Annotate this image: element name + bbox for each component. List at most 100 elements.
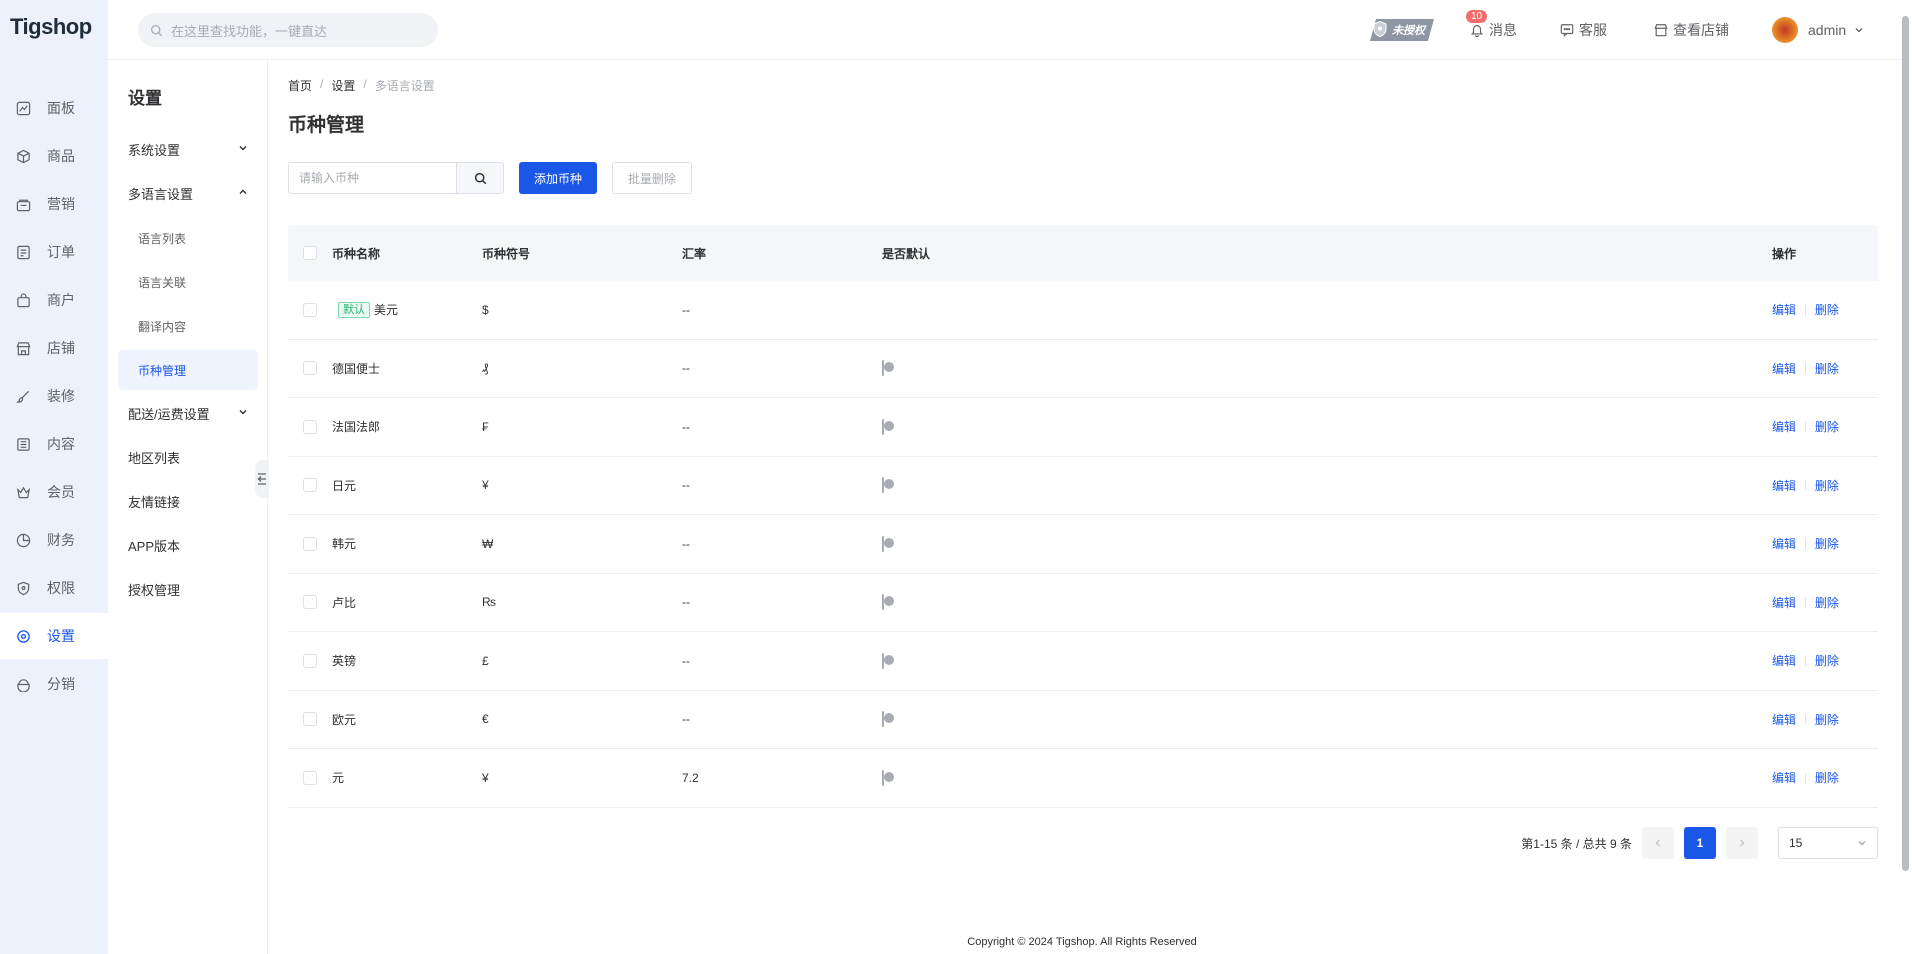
nav-item-distribution[interactable]: 分销 (0, 661, 108, 707)
currency-search-input[interactable] (288, 162, 456, 194)
row-checkbox[interactable] (303, 478, 317, 493)
delete-link[interactable]: 删除 (1815, 769, 1839, 786)
page-size-select[interactable]: 15 (1778, 827, 1878, 859)
action-divider: | (1804, 596, 1807, 609)
nav-label: 会员 (47, 484, 75, 500)
edit-link[interactable]: 编辑 (1772, 301, 1796, 318)
prev-page-button[interactable] (1642, 827, 1674, 859)
default-switch[interactable] (882, 652, 894, 669)
default-switch[interactable] (882, 360, 894, 377)
messages-button[interactable]: 10 消息 (1466, 10, 1517, 40)
nav-item-marketing[interactable]: 营销 (0, 181, 108, 227)
nav-item-dashboard[interactable]: 面板 (0, 85, 108, 131)
select-all-checkbox[interactable] (303, 246, 317, 260)
order-icon (15, 244, 31, 260)
subnav-item-language-list[interactable]: 语言列表 (118, 218, 258, 258)
nav-label: 面板 (47, 100, 75, 116)
delete-link[interactable]: 删除 (1815, 477, 1839, 494)
page-scrollbar[interactable] (1902, 16, 1909, 871)
row-checkbox[interactable] (303, 770, 317, 785)
nav-item-store[interactable]: 店铺 (0, 325, 108, 371)
subnav-item-friend-links[interactable]: 友情链接 (118, 481, 258, 521)
default-switch[interactable] (882, 769, 894, 786)
nav-item-members[interactable]: 会员 (0, 469, 108, 515)
currency-name-cell: 欧元 (332, 711, 482, 728)
toolbar: 添加币种 批量删除 (288, 162, 693, 194)
bag-icon (15, 292, 31, 308)
row-checkbox[interactable] (303, 302, 317, 317)
breadcrumb-settings[interactable]: 设置 (331, 77, 355, 94)
row-checkbox[interactable] (303, 595, 317, 610)
chevron-right-icon (1740, 839, 1745, 847)
header-symbol: 币种符号 (482, 246, 531, 261)
delete-link[interactable]: 删除 (1815, 535, 1839, 552)
nav-item-merchants[interactable]: 商户 (0, 277, 108, 323)
subnav-item-license-management[interactable]: 授权管理 (118, 569, 258, 609)
edit-link[interactable]: 编辑 (1772, 477, 1796, 494)
view-store-button[interactable]: 查看店铺 (1654, 20, 1729, 40)
batch-delete-button[interactable]: 批量删除 (612, 162, 693, 194)
subnav-item-shipping-settings[interactable]: 配送/运费设置 (118, 393, 258, 433)
currency-symbol: $ (482, 302, 489, 317)
delete-link[interactable]: 删除 (1815, 360, 1839, 377)
subnav-item-system-settings[interactable]: 系统设置 (118, 129, 258, 169)
nav-label: 内容 (47, 436, 75, 452)
edit-link[interactable]: 编辑 (1772, 652, 1796, 669)
nav-item-products[interactable]: 商品 (0, 133, 108, 179)
nav-item-orders[interactable]: 订单 (0, 229, 108, 275)
row-checkbox[interactable] (303, 712, 317, 727)
gear-icon (15, 628, 31, 644)
delete-link[interactable]: 删除 (1815, 301, 1839, 318)
table-header: 币种名称 币种符号 汇率 是否默认 操作 (288, 225, 1878, 281)
add-currency-button[interactable]: 添加币种 (519, 162, 598, 194)
default-cell (882, 477, 1772, 494)
nav-item-decoration[interactable]: 装修 (0, 373, 108, 419)
default-switch[interactable] (882, 477, 894, 494)
delete-link[interactable]: 删除 (1815, 652, 1839, 669)
default-cell (882, 594, 1772, 611)
page-number-current[interactable]: 1 (1684, 827, 1716, 859)
table-row: 欧元 € -- 编辑 | 删除 (288, 691, 1878, 749)
subnav-item-language-association[interactable]: 语言关联 (118, 262, 258, 302)
breadcrumb-home[interactable]: 首页 (288, 77, 312, 94)
subnav-item-translation-content[interactable]: 翻译内容 (118, 306, 258, 346)
user-menu[interactable]: admin (1772, 17, 1869, 43)
subnav-item-app-version[interactable]: APP版本 (118, 525, 258, 565)
delete-link[interactable]: 删除 (1815, 418, 1839, 435)
default-switch[interactable] (882, 535, 894, 552)
row-checkbox[interactable] (303, 419, 317, 434)
app-logo[interactable]: Tigshop (10, 14, 92, 40)
row-checkbox[interactable] (303, 361, 317, 376)
edit-link[interactable]: 编辑 (1772, 769, 1796, 786)
edit-link[interactable]: 编辑 (1772, 360, 1796, 377)
auth-status-badge[interactable]: 未授权 (1366, 17, 1443, 43)
edit-link[interactable]: 编辑 (1772, 594, 1796, 611)
default-switch[interactable] (882, 594, 894, 611)
marketing-icon (15, 196, 31, 212)
nav-item-finance[interactable]: 财务 (0, 517, 108, 563)
edit-link[interactable]: 编辑 (1772, 535, 1796, 552)
table-row: 法国法郎 ₣ -- 编辑 | 删除 (288, 398, 1878, 457)
currency-name: 元 (332, 771, 345, 786)
subnav-label: 友情链接 (128, 494, 181, 510)
edit-link[interactable]: 编辑 (1772, 711, 1796, 728)
subnav-item-region-list[interactable]: 地区列表 (118, 437, 258, 477)
edit-link[interactable]: 编辑 (1772, 418, 1796, 435)
sidebar-collapse-handle[interactable] (255, 460, 269, 498)
nav-item-permissions[interactable]: 权限 (0, 565, 108, 611)
subnav-item-multilang-settings[interactable]: 多语言设置 (118, 173, 258, 213)
next-page-button[interactable] (1726, 827, 1758, 859)
default-switch[interactable] (882, 711, 894, 728)
customer-service-button[interactable]: 客服 (1560, 20, 1607, 40)
delete-link[interactable]: 删除 (1815, 594, 1839, 611)
nav-item-settings[interactable]: 设置 (0, 613, 108, 659)
nav-item-content[interactable]: 内容 (0, 421, 108, 467)
delete-link[interactable]: 删除 (1815, 711, 1839, 728)
global-search[interactable]: 在这里查找功能，一键直达 (138, 13, 438, 47)
default-cell (882, 535, 1772, 552)
default-switch[interactable] (882, 418, 894, 435)
row-checkbox[interactable] (303, 653, 317, 668)
row-checkbox[interactable] (303, 536, 317, 551)
currency-search-button[interactable] (456, 162, 504, 194)
subnav-item-currency-management[interactable]: 币种管理 (118, 350, 258, 390)
